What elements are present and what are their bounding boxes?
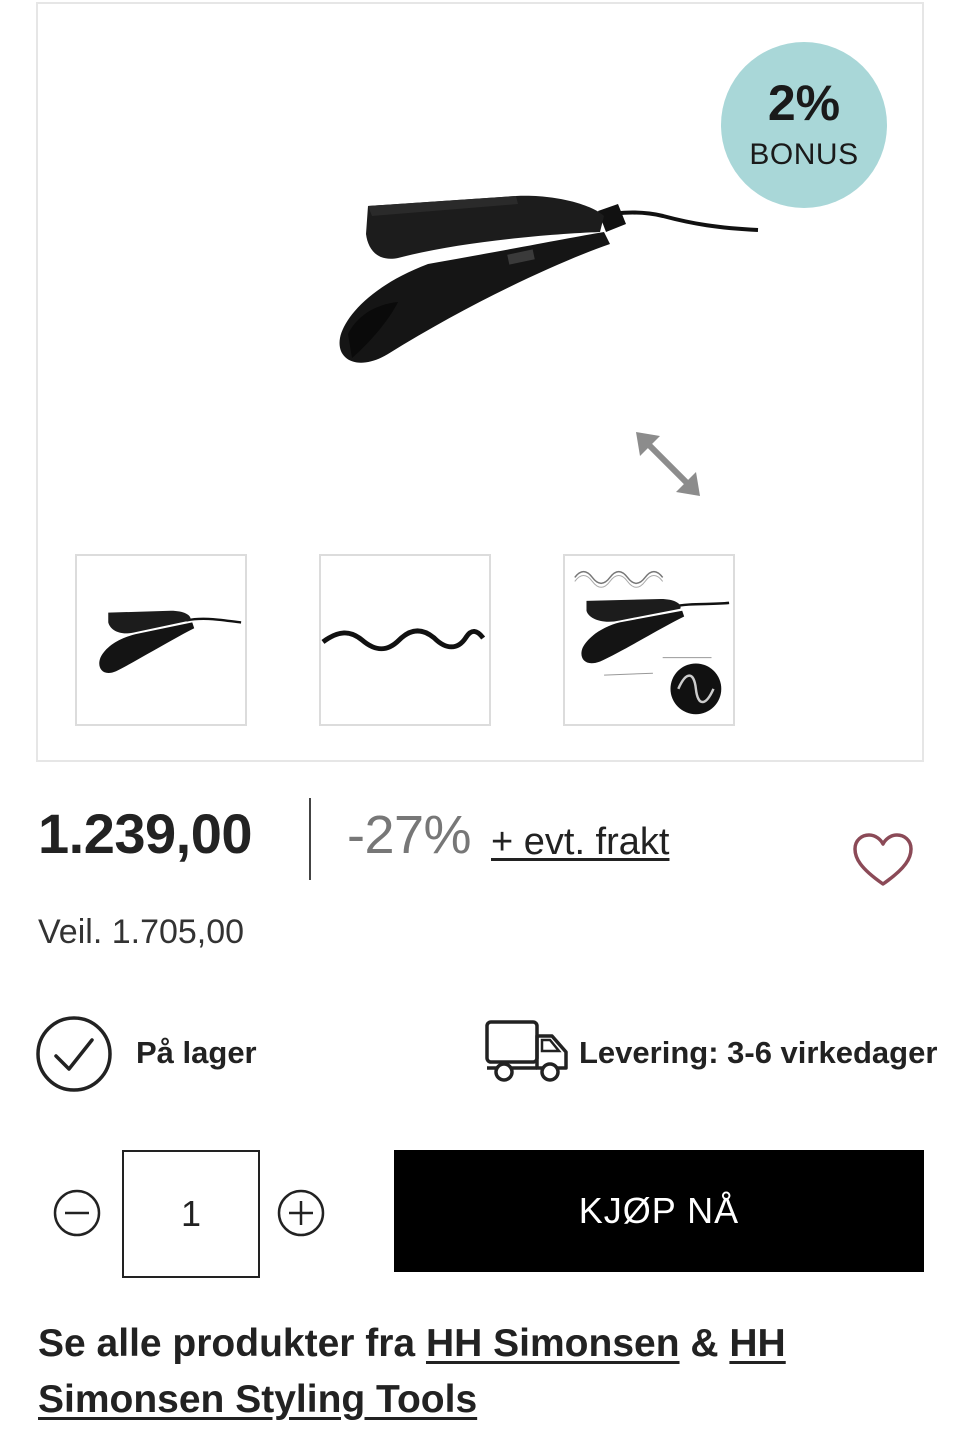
product-price: 1.239,00 (38, 802, 252, 865)
discount-percent: -27% (347, 805, 472, 865)
check-circle-icon (36, 1016, 112, 1092)
bonus-label: BONUS (749, 138, 859, 171)
thumbnail-wave[interactable] (319, 554, 491, 726)
buy-now-button[interactable]: KJØP NÅ (394, 1150, 924, 1272)
plus-circle-icon[interactable] (276, 1188, 326, 1238)
heart-outline-icon[interactable] (852, 832, 914, 888)
brand-separator: & (690, 1322, 719, 1365)
price-divider (309, 798, 311, 880)
thumbnail-product-detail[interactable] (563, 554, 735, 726)
bonus-percent: 2% (767, 75, 841, 131)
brand-links: Se alle produkter fra HH Simonsen & HH S… (38, 1316, 918, 1428)
bonus-badge: 2% BONUS (721, 42, 887, 208)
delivery-info: Levering: 3-6 virkedager (579, 1035, 938, 1070)
minus-circle-icon[interactable] (52, 1188, 102, 1238)
expand-diagonal-icon[interactable] (634, 430, 702, 498)
thumbnail-product[interactable] (75, 554, 247, 726)
product-main-image[interactable] (308, 154, 768, 394)
shipping-link[interactable]: + evt. frakt (491, 821, 669, 864)
brand-link-hh-simonsen[interactable]: HH Simonsen (426, 1322, 680, 1365)
truck-icon (485, 1020, 568, 1082)
quantity-input[interactable] (122, 1150, 260, 1278)
product-gallery: 2% BONUS (36, 2, 924, 762)
brand-prefix: Se alle produkter fra (38, 1322, 416, 1365)
stock-status: På lager (136, 1035, 257, 1070)
recommended-price: Veil. 1.705,00 (38, 913, 245, 951)
